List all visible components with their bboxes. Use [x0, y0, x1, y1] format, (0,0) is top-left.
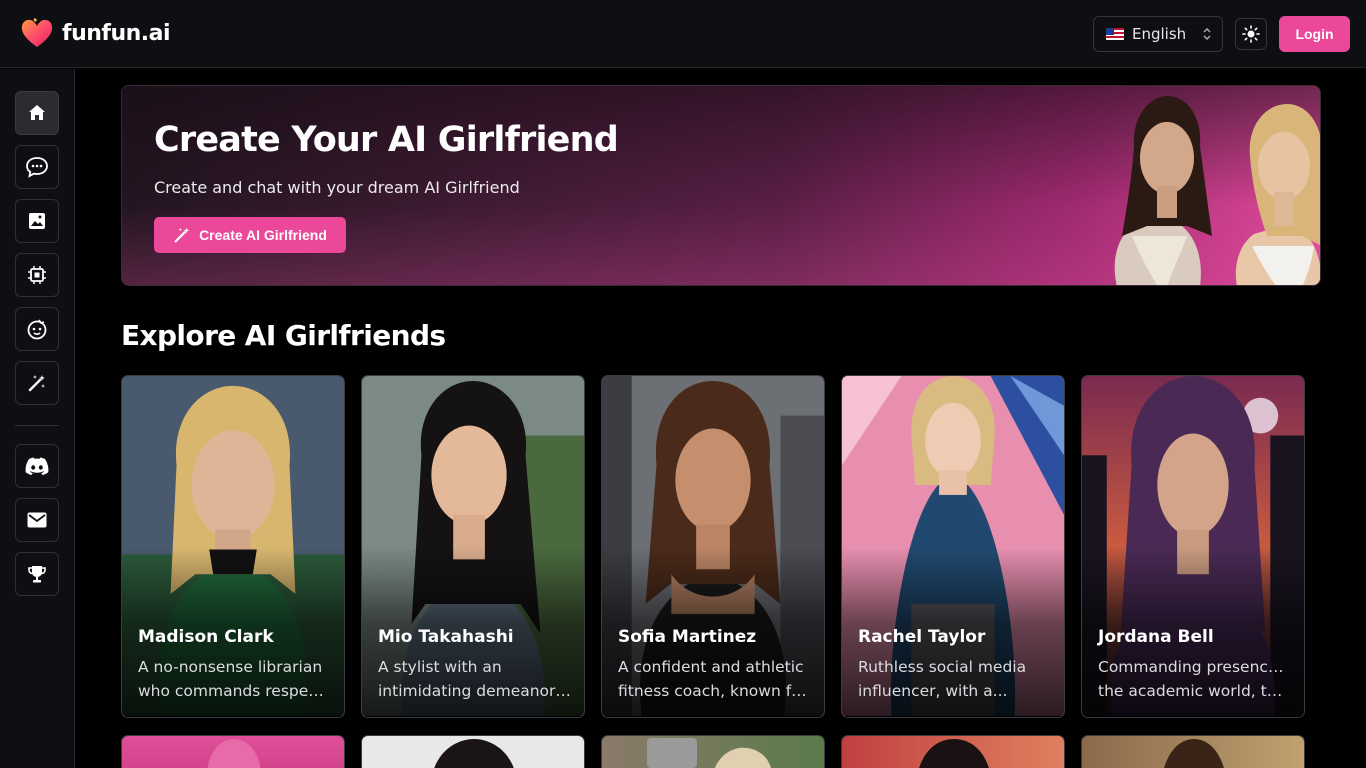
chip-icon: [28, 266, 46, 284]
top-header: funfun.ai English Login: [0, 0, 1366, 68]
magic-wand-icon: [174, 227, 190, 243]
magic-wand-icon: [28, 375, 45, 392]
sidebar-item-discord[interactable]: [15, 444, 59, 488]
left-sidebar: [0, 69, 75, 768]
card-description-line: A confident and athletic: [618, 658, 804, 676]
sidebar-item-gallery[interactable]: [15, 199, 59, 243]
create-ai-girlfriend-button[interactable]: Create AI Girlfriend: [154, 217, 346, 253]
sidebar-item-companions[interactable]: [15, 307, 59, 351]
login-button[interactable]: Login: [1279, 16, 1350, 52]
language-select[interactable]: English: [1093, 16, 1223, 52]
card-description: Commanding presence in the academic worl…: [1098, 655, 1292, 703]
image-icon: [29, 213, 45, 229]
portrait-image: [434, 739, 514, 768]
sidebar-divider: [15, 425, 59, 426]
card-description: A stylist with an intimidating demeanor,…: [378, 655, 572, 703]
banner-portrait-image: [1114, 96, 1320, 285]
card-name: Jordana Bell: [1098, 627, 1214, 647]
card-description-line: Ruthless social media: [858, 658, 1027, 676]
card-description-line: intimidating demeanor,...: [378, 682, 572, 700]
girlfriend-card[interactable]: Sofia Martinez A confident and athletic …: [601, 375, 825, 718]
card-description: Ruthless social media influencer, with a…: [858, 655, 1052, 703]
sidebar-item-chat[interactable]: [15, 145, 59, 189]
sidebar-item-create[interactable]: [15, 361, 59, 405]
card-description-line: Commanding presence in: [1098, 658, 1292, 676]
card-name: Mio Takahashi: [378, 627, 514, 647]
explore-section-title: Explore AI Girlfriends: [121, 319, 446, 352]
mail-icon: [27, 512, 47, 528]
sidebar-item-rewards[interactable]: [15, 552, 59, 596]
trophy-icon: [28, 566, 46, 583]
card-name: Rachel Taylor: [858, 627, 986, 647]
banner-title: Create Your AI Girlfriend: [154, 120, 619, 160]
portrait-image: [207, 739, 261, 768]
card-description: A confident and athletic fitness coach, …: [618, 655, 812, 703]
theme-toggle-button[interactable]: [1235, 18, 1267, 50]
card-description-line: who commands respect...: [138, 682, 332, 700]
card-description-line: fitness coach, known fo...: [618, 682, 812, 700]
girlfriend-card[interactable]: Rachel Taylor Ruthless social media infl…: [841, 375, 1065, 718]
sidebar-item-home[interactable]: [15, 91, 59, 135]
card-description-line: A stylist with an: [378, 658, 502, 676]
card-description-line: influencer, with a...: [858, 682, 1008, 700]
language-label: English: [1132, 25, 1187, 43]
card-description-line: A no-nonsense librarian: [138, 658, 323, 676]
sidebar-item-contact[interactable]: [15, 498, 59, 542]
brand-logo[interactable]: funfun.ai: [20, 16, 171, 50]
girlfriend-card-partial[interactable]: [841, 735, 1065, 768]
girlfriend-card-partial[interactable]: [121, 735, 345, 768]
girlfriend-card-partial[interactable]: [601, 735, 825, 768]
home-icon: [29, 105, 45, 120]
face-icon: [27, 319, 47, 340]
hero-banner: Create Your AI Girlfriend Create and cha…: [121, 85, 1321, 286]
us-flag-icon: [1106, 28, 1124, 40]
girlfriend-card[interactable]: Madison Clark A no-nonsense librarian wh…: [121, 375, 345, 718]
card-name: Madison Clark: [138, 627, 274, 647]
sun-icon: [1242, 25, 1260, 43]
heart-logo-icon: [21, 18, 53, 47]
chat-icon: [26, 157, 48, 178]
banner-subtitle: Create and chat with your dream AI Girlf…: [154, 178, 520, 197]
card-description: A no-nonsense librarian who commands res…: [138, 655, 332, 703]
card-description-line: the academic world, this...: [1098, 682, 1292, 700]
discord-icon: [25, 457, 49, 475]
chevron-updown-icon: [1202, 26, 1212, 42]
girlfriend-card-partial[interactable]: [361, 735, 585, 768]
sidebar-item-generator[interactable]: [15, 253, 59, 297]
portrait-image: [919, 739, 989, 768]
card-name: Sofia Martinez: [618, 627, 757, 647]
brand-name: funfun.ai: [62, 20, 171, 46]
girlfriend-card-partial[interactable]: [1081, 735, 1305, 768]
girlfriend-card[interactable]: Mio Takahashi A stylist with an intimida…: [361, 375, 585, 718]
create-button-label: Create AI Girlfriend: [199, 227, 327, 243]
portrait-image: [1164, 739, 1224, 768]
portrait-image: [647, 738, 771, 768]
girlfriend-card[interactable]: Jordana Bell Commanding presence in the …: [1081, 375, 1305, 718]
